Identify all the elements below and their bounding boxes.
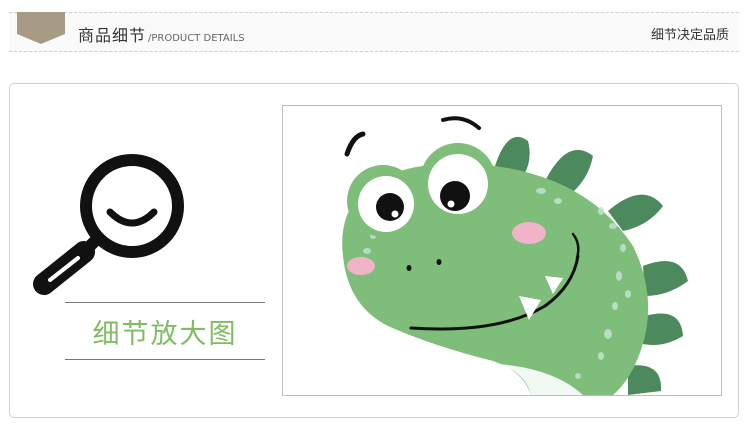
- section-title-main: 商品细节: [78, 26, 147, 45]
- magnifier-icon: [33, 154, 184, 295]
- detail-card: 细节放大图: [9, 83, 739, 418]
- label-rule-top: [65, 302, 265, 303]
- header-slogan: 细节决定品质: [650, 28, 729, 43]
- section-title: 商品细节/PRODUCT DETAILS: [78, 22, 245, 46]
- label-rule-bottom: [65, 359, 265, 360]
- section-header: 商品细节/PRODUCT DETAILS 细节决定品质: [9, 12, 739, 52]
- pennant-tag-icon: [17, 12, 65, 44]
- detail-zoom-label: 细节放大图: [92, 319, 238, 350]
- dinosaur-illustration: [342, 116, 688, 395]
- product-detail-image: [282, 105, 722, 396]
- section-title-sub: /PRODUCT DETAILS: [148, 33, 245, 44]
